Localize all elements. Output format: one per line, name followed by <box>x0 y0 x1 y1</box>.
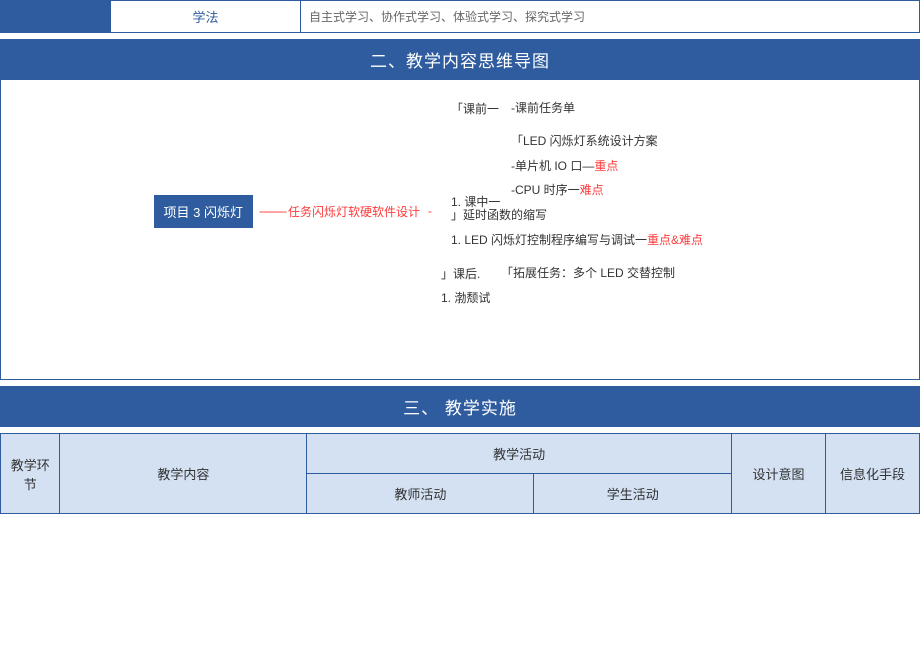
header-student: 学生活动 <box>534 474 732 514</box>
header-info: 信息化手段 <box>825 434 919 514</box>
project-box: 项目 3 闪烁灯 <box>154 195 253 228</box>
phase2-item1: 「LED 闪烁灯系统设计方案 <box>511 133 703 150</box>
phase3-item1: 「拓展任务：多个 LED 交替控制 <box>501 265 675 282</box>
schedule-table: 教学环节 教学内容 教学活动 设计意图 信息化手段 教师活动 学生活动 <box>0 433 920 514</box>
phase2-label: 1. 课中一 <box>451 133 511 210</box>
phase2-item3: -CPU 时序一难点 <box>511 182 703 199</box>
header-activity: 教学活动 <box>307 434 732 474</box>
section2-header: 二、教学内容思维导图 <box>0 39 920 80</box>
phase2-item4: 」延时函数的缩写 <box>451 207 703 224</box>
header-design: 设计意图 <box>731 434 825 514</box>
phase2-item2: -单片机 IO 口—重点 <box>511 158 703 175</box>
header-content: 教学内容 <box>60 434 307 514</box>
table-header-row: 教学环节 教学内容 教学活动 设计意图 信息化手段 <box>1 434 920 474</box>
phase3-item2: 1. 渤颓试 <box>441 290 675 307</box>
header-stage: 教学环节 <box>1 434 60 514</box>
phase3-label: 」课后. <box>441 265 501 282</box>
section3-header: 三、 教学实施 <box>0 386 920 427</box>
top-blue-cell <box>1 1 111 32</box>
method-label: 学法 <box>111 1 301 32</box>
mindmap-container: 项目 3 闪烁灯 --------- 任务闪烁灯软硬软件设计 - 「课前一 -课… <box>0 80 920 380</box>
phase1-item1: -课前任务单 <box>511 100 575 117</box>
phase1-label: 「课前一 <box>451 100 511 117</box>
phase2-item5: 1. LED 闪烁灯控制程序编写与调试一重点&难点 <box>451 232 703 249</box>
task-label: 任务闪烁灯软硬软件设计 <box>288 203 420 220</box>
method-content: 自主式学习、协作式学习、体验式学习、探究式学习 <box>301 1 919 32</box>
dashed-connector: --------- <box>259 204 286 218</box>
header-teacher: 教师活动 <box>307 474 534 514</box>
